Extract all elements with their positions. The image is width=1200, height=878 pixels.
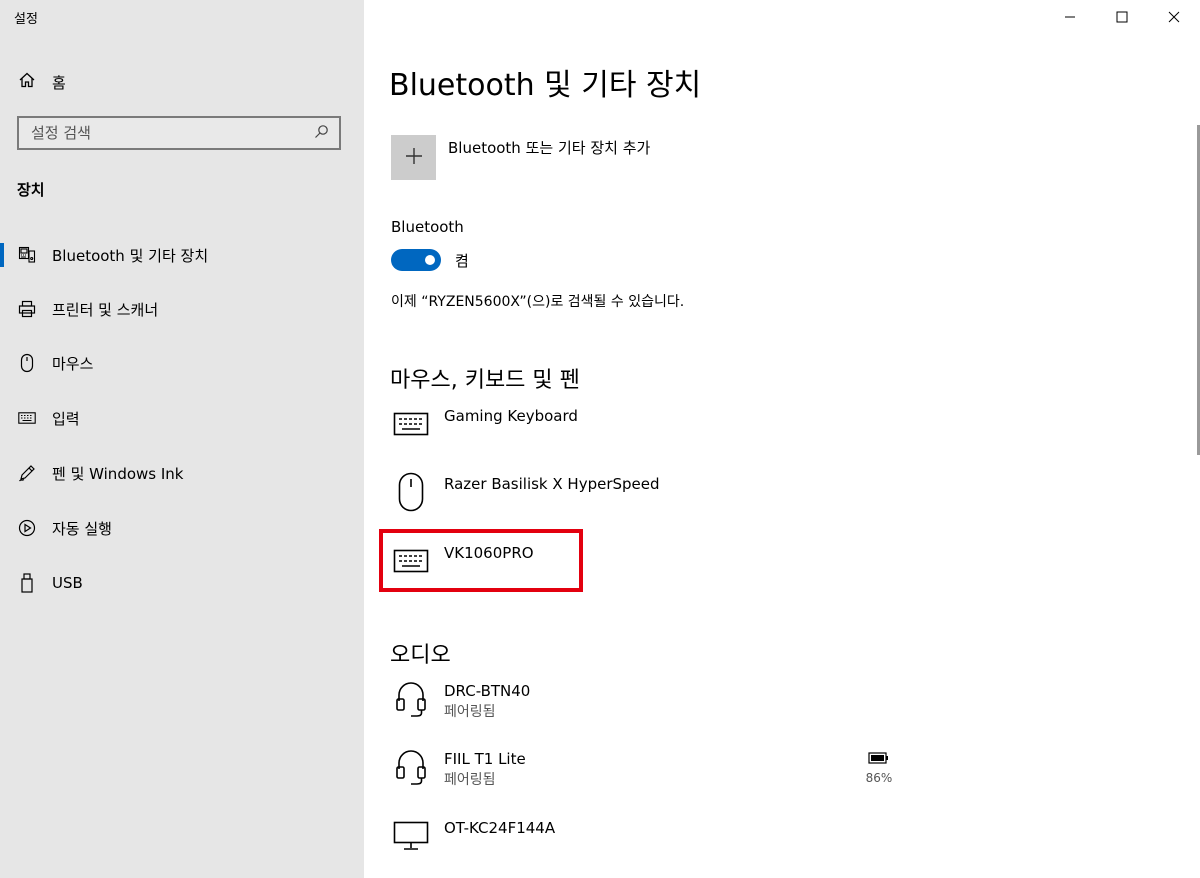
device-item[interactable]: Gaming Keyboard xyxy=(391,404,578,460)
home-link[interactable]: 홈 xyxy=(18,70,66,94)
usb-icon xyxy=(17,573,37,593)
battery-indicator: 86% xyxy=(864,752,894,785)
pen-icon xyxy=(17,463,37,483)
bluetooth-label: Bluetooth xyxy=(391,218,464,236)
search-input[interactable] xyxy=(29,123,314,143)
home-label: 홈 xyxy=(52,73,66,92)
sidebar-item-label: Bluetooth 및 기타 장치 xyxy=(52,246,209,265)
device-name: Razer Basilisk X HyperSpeed xyxy=(444,475,660,493)
device-item[interactable]: FIIL T1 Lite 페어링됨 xyxy=(391,747,526,803)
mouse-icon xyxy=(17,353,37,373)
close-icon xyxy=(1168,8,1180,27)
sidebar-item-printers[interactable]: 프린터 및 스캐너 xyxy=(0,288,364,330)
device-status: 페어링됨 xyxy=(444,772,496,788)
sidebar-item-usb[interactable]: USB xyxy=(0,562,364,604)
device-name: Gaming Keyboard xyxy=(444,407,578,425)
close-button[interactable] xyxy=(1151,0,1197,34)
bluetooth-devices-icon xyxy=(17,245,37,265)
minimize-button[interactable] xyxy=(1047,0,1093,34)
device-item[interactable]: DRC-BTN40 페어링됨 xyxy=(391,679,530,735)
bluetooth-state-label: 켬 xyxy=(455,252,469,270)
toggle-knob xyxy=(425,255,435,265)
sidebar: 설정 홈 장치 Bluetooth 및 기타 장치 xyxy=(0,0,364,878)
battery-level: 86% xyxy=(865,771,893,785)
device-item[interactable]: OT-KC24F144A xyxy=(391,816,555,872)
page-title: Bluetooth 및 기타 장치 xyxy=(389,68,702,103)
sidebar-item-typing[interactable]: 입력 xyxy=(0,397,364,439)
sidebar-item-label: 자동 실행 xyxy=(52,519,112,538)
device-name: FIIL T1 Lite xyxy=(444,750,526,768)
sidebar-item-bluetooth[interactable]: Bluetooth 및 기타 장치 xyxy=(0,234,364,276)
main-pane: Bluetooth 및 기타 장치 Bluetooth 또는 기타 장치 추가 … xyxy=(364,0,1200,878)
battery-icon xyxy=(868,752,890,767)
search-box[interactable] xyxy=(17,116,341,150)
keyboard-icon xyxy=(17,408,37,428)
maximize-button[interactable] xyxy=(1099,0,1145,34)
minimize-icon xyxy=(1064,8,1076,27)
device-name: OT-KC24F144A xyxy=(444,819,556,837)
keyboard-icon xyxy=(391,404,431,444)
add-device-button[interactable] xyxy=(391,135,436,180)
plus-icon xyxy=(404,146,424,170)
device-status: 페어링됨 xyxy=(444,704,496,720)
search-icon[interactable] xyxy=(314,124,329,143)
headset-icon xyxy=(391,747,431,787)
app-title: 설정 xyxy=(14,12,38,27)
highlight-box xyxy=(379,529,583,592)
headset-icon xyxy=(391,679,431,719)
section-label-devices: 장치 xyxy=(17,181,45,199)
sidebar-item-label: 마우스 xyxy=(52,354,94,373)
sidebar-item-autoplay[interactable]: 자동 실행 xyxy=(0,507,364,549)
maximize-icon xyxy=(1116,8,1128,27)
add-device-label[interactable]: Bluetooth 또는 기타 장치 추가 xyxy=(448,137,650,158)
sidebar-item-pen[interactable]: 펜 및 Windows Ink xyxy=(0,452,364,494)
sidebar-item-mouse[interactable]: 마우스 xyxy=(0,342,364,384)
sidebar-item-label: 입력 xyxy=(52,409,80,428)
autoplay-icon xyxy=(17,518,37,538)
printer-icon xyxy=(17,299,37,319)
mouse-icon xyxy=(391,472,431,512)
sidebar-item-label: USB xyxy=(52,574,83,592)
bluetooth-toggle[interactable] xyxy=(391,249,441,271)
monitor-icon xyxy=(391,816,431,856)
home-icon xyxy=(18,71,36,93)
sidebar-item-label: 펜 및 Windows Ink xyxy=(52,464,184,483)
discoverable-text: 이제 “RYZEN5600X”(으)로 검색될 수 있습니다. xyxy=(391,294,685,310)
group-title-audio: 오디오 xyxy=(390,643,451,668)
device-name: DRC-BTN40 xyxy=(444,682,531,700)
sidebar-item-label: 프린터 및 스캐너 xyxy=(52,300,159,319)
group-title-input-devices: 마우스, 키보드 및 펜 xyxy=(390,368,580,393)
device-item[interactable]: Razer Basilisk X HyperSpeed xyxy=(391,472,660,528)
